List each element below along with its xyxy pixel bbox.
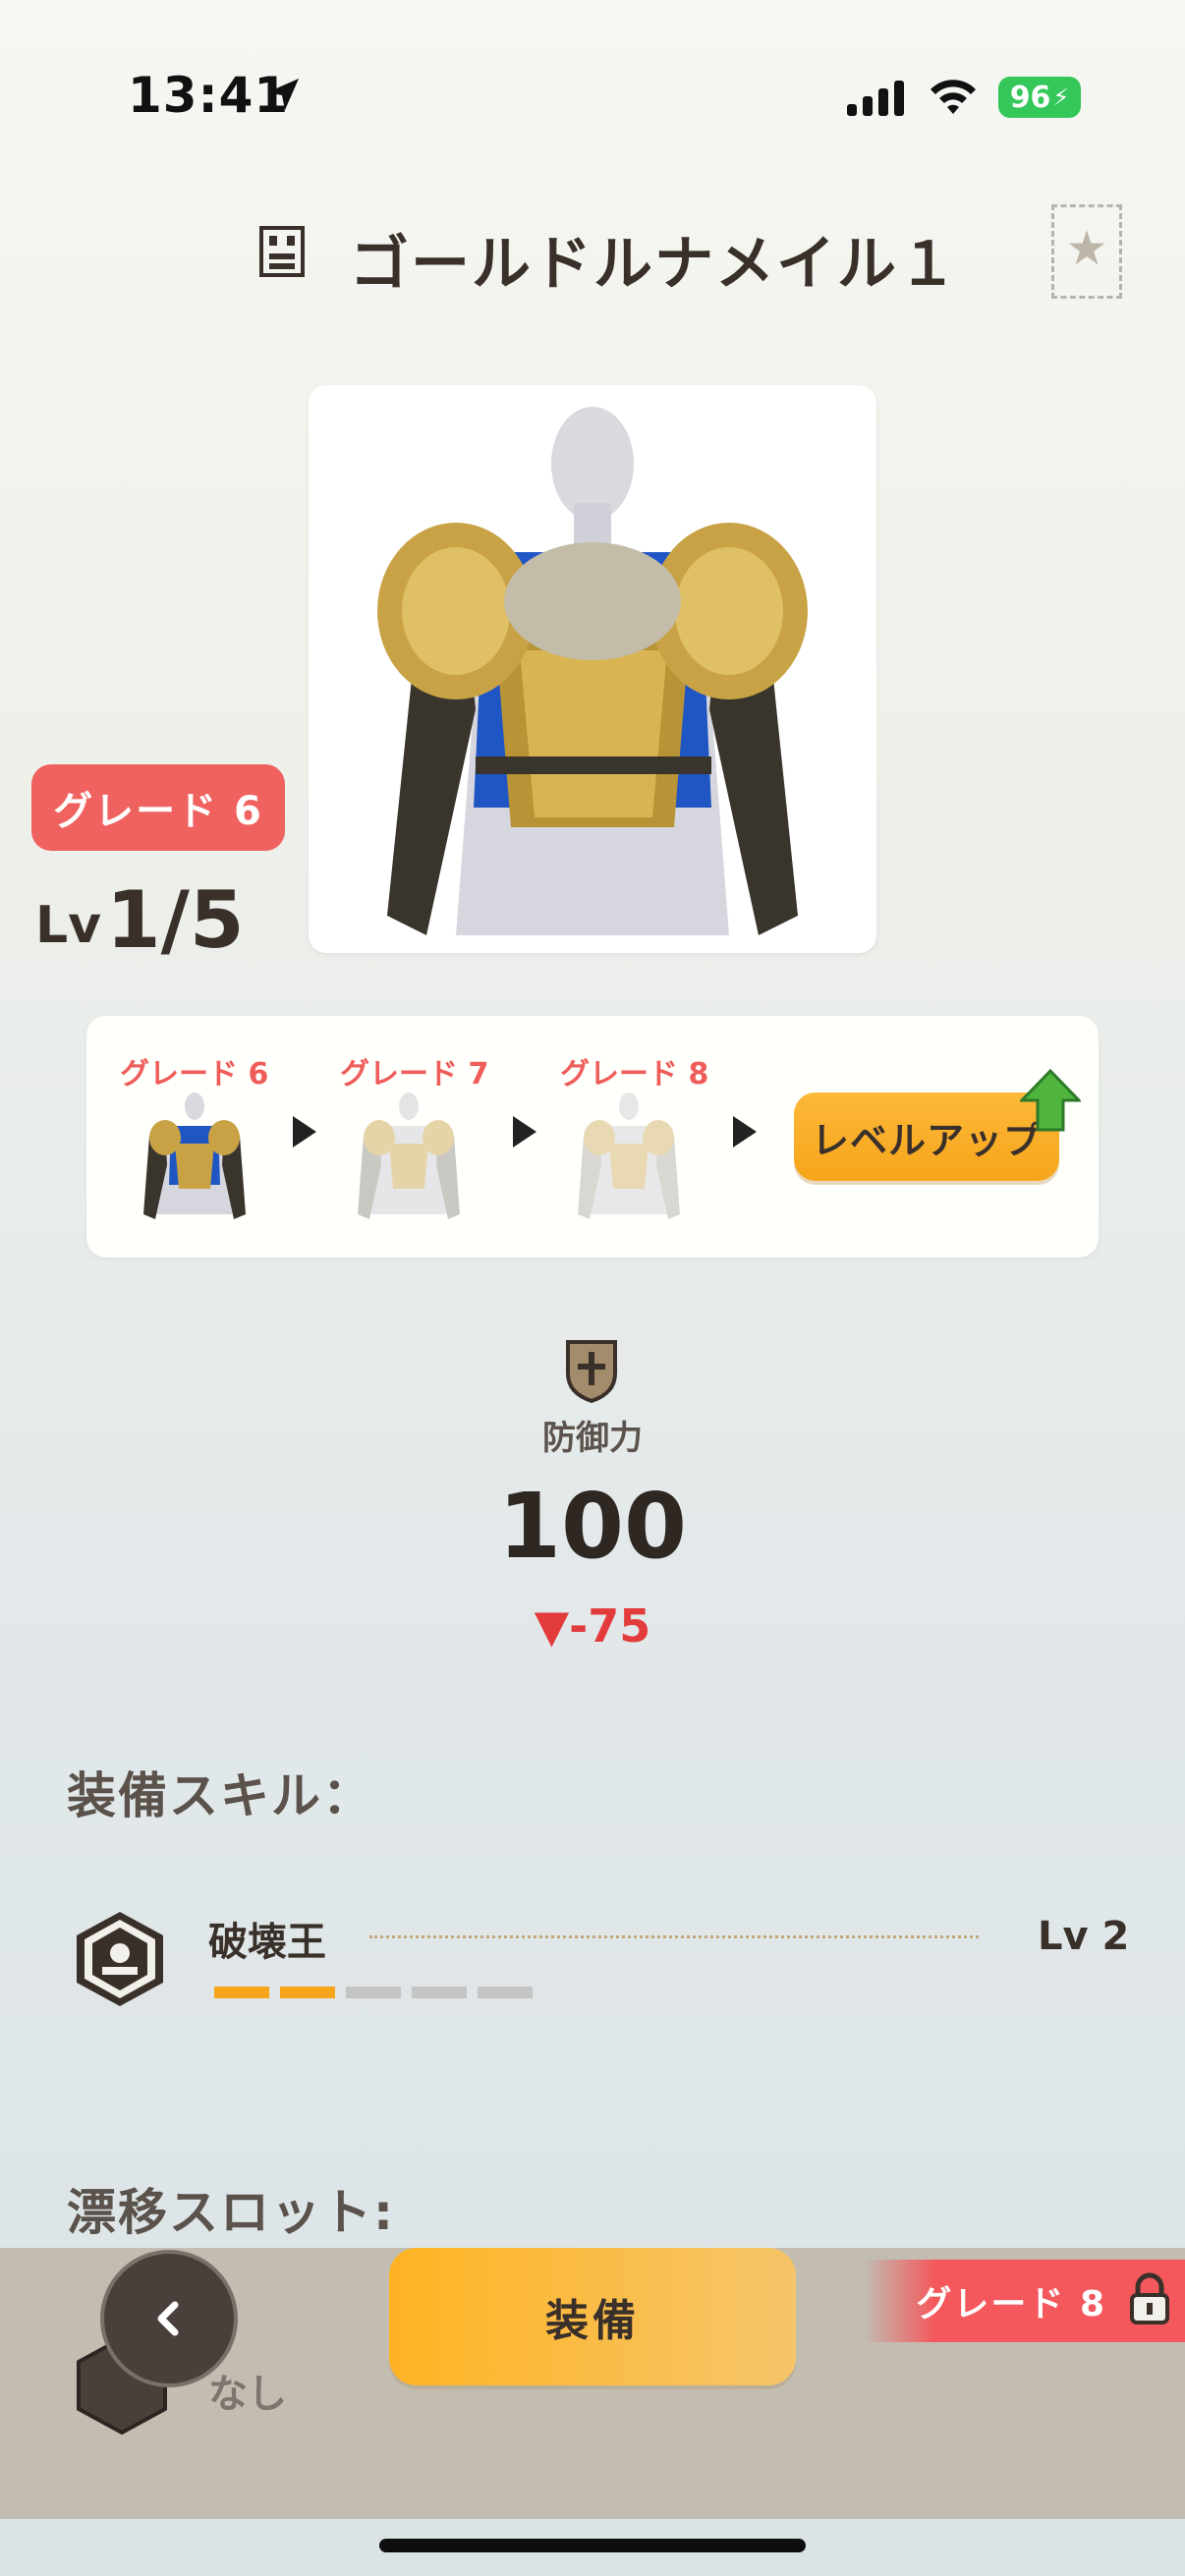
armor-image: [309, 385, 876, 953]
cellular-signal-icon: [847, 81, 904, 116]
grade-badge: グレード 6: [31, 764, 285, 851]
level-prefix: Lv: [35, 896, 102, 955]
battery-level: 96: [1009, 80, 1051, 115]
equip-button[interactable]: 装備: [389, 2248, 796, 2385]
progress-arrow-icon: [513, 1116, 536, 1148]
skill-level-segment: [346, 1987, 401, 1998]
level-value: 1/5: [106, 874, 245, 966]
skill-level-segment: [280, 1987, 335, 1998]
defense-value: 100: [497, 1474, 688, 1579]
progress-arrow-icon: [733, 1116, 757, 1148]
skill-level-segment: [478, 1987, 533, 1998]
skill-level: Lv 2: [1038, 1914, 1130, 1959]
item-title: ゴールドルナメイル１: [350, 230, 959, 299]
level-up-arrow-icon: [1020, 1069, 1081, 1132]
grade-6-armor-thumbnail: [143, 1092, 246, 1219]
progress-arrow-icon: [293, 1116, 316, 1148]
home-indicator: [379, 2539, 806, 2552]
defense-label: 防御力: [542, 1419, 643, 1458]
skill-level-segment: [214, 1987, 269, 1998]
skill-level-segment: [412, 1987, 467, 1998]
shield-icon: [566, 1340, 617, 1403]
battery-indicator: 96 ⚡: [998, 77, 1081, 118]
drift-slot-title: 漂移スロット:: [67, 2184, 395, 2241]
location-arrow-icon: [267, 79, 299, 110]
star-icon: ★: [1065, 221, 1108, 276]
equip-skill-title: 装備スキル：: [67, 1767, 373, 1824]
grade-7-armor-thumbnail: [358, 1092, 460, 1219]
skill-name: 破壊王: [208, 1920, 326, 1965]
skill-leader-line: [369, 1935, 979, 1938]
defense-diff: ▼-75: [534, 1599, 651, 1652]
wifi-icon: [931, 80, 976, 114]
grade-8-armor-thumbnail: [578, 1092, 680, 1219]
armor-category-icon: [259, 226, 305, 277]
lock-icon: [1130, 2272, 1169, 2324]
back-button[interactable]: [100, 2250, 238, 2387]
skill-destroyer-icon: [77, 1912, 163, 2006]
drift-slot-none: なし: [208, 2372, 287, 2417]
chevron-left-icon: [157, 2301, 179, 2336]
favorite-button[interactable]: ★: [1051, 204, 1122, 299]
grade-lock-label: グレード 8: [916, 2284, 1106, 2324]
